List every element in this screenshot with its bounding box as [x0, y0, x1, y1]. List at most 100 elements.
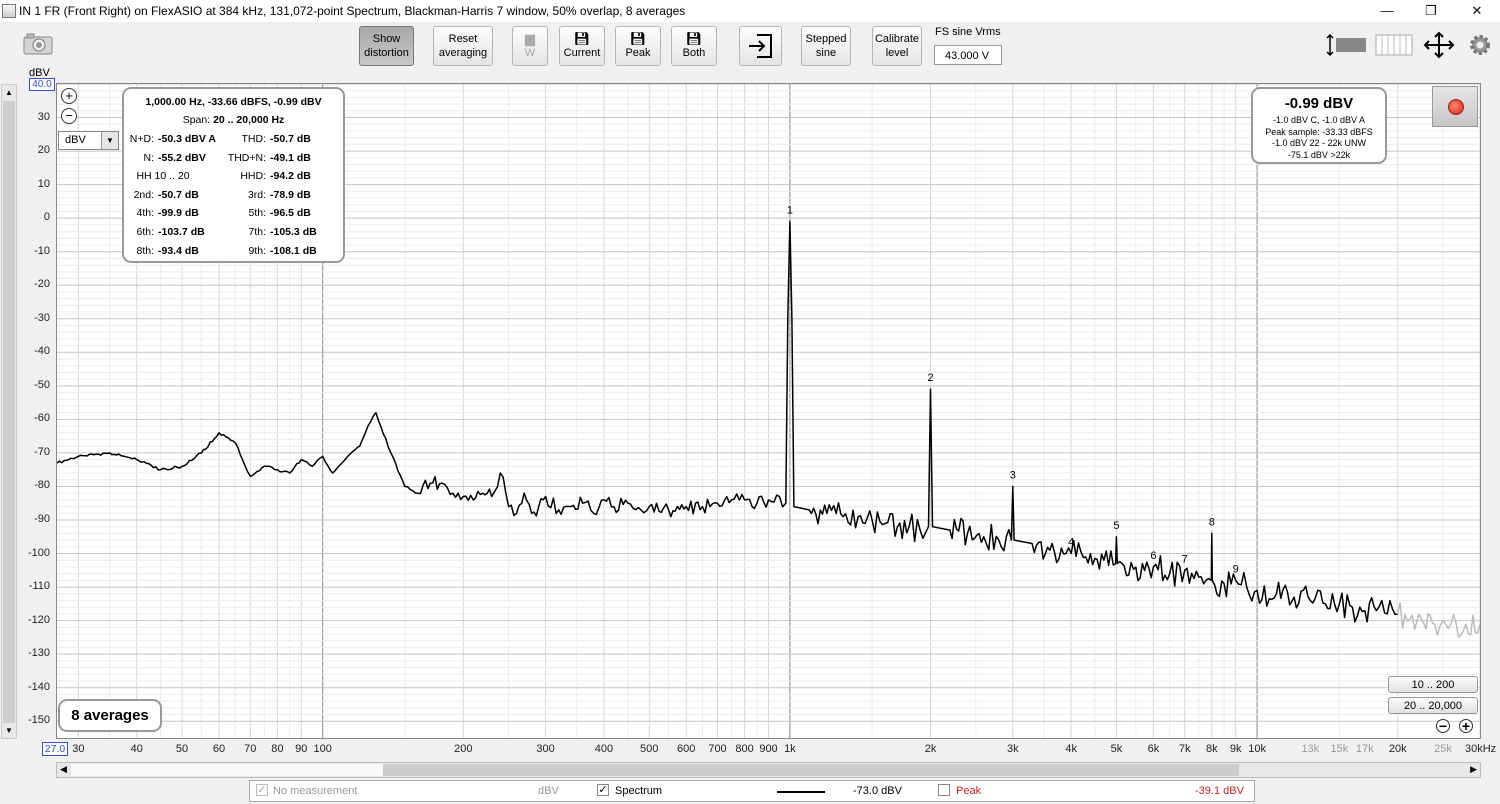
- distortion-value: -105.3 dB: [270, 226, 317, 238]
- distortion-panel: 1,000.00 Hz, -33.66 dBFS, -0.99 dBV Span…: [122, 87, 345, 263]
- save-icon: 💾︎: [685, 31, 703, 46]
- zoom-in-icon[interactable]: +: [61, 88, 77, 104]
- move-icon[interactable]: [1422, 31, 1456, 59]
- x-zoom-out-icon[interactable]: −: [1436, 719, 1450, 733]
- grid-icon[interactable]: [1375, 33, 1413, 57]
- x-tick-label: 40: [130, 743, 143, 755]
- w-button[interactable]: ▆ W: [512, 26, 548, 66]
- x-tick-label: 17k: [1355, 743, 1374, 755]
- x-tick-label: 2k: [924, 743, 937, 755]
- spectrum-checkbox[interactable]: ✓: [597, 784, 609, 796]
- distortion-value: -108.1 dB: [270, 244, 317, 257]
- harmonic-label: 3: [1010, 469, 1016, 481]
- x-tick-label: 800: [735, 743, 754, 755]
- vertical-scrollbar[interactable]: ▲ ▼: [1, 84, 17, 739]
- distortion-value: -99.9 dB: [158, 207, 199, 220]
- chevron-down-icon: ▼: [101, 132, 118, 149]
- level-panel: -0.99 dBV -1.0 dBV C, -1.0 dBV A Peak sa…: [1251, 87, 1387, 164]
- reset-averaging-button[interactable]: Reset averaging: [433, 26, 493, 66]
- distortion-value: -50.7 dB: [158, 188, 199, 201]
- x-tick-label: 15k: [1330, 743, 1349, 755]
- distortion-label: N:: [143, 151, 155, 164]
- save-peak-button[interactable]: 💾︎ Peak: [615, 26, 661, 66]
- distortion-value: -50.7 dB: [270, 133, 311, 145]
- horizontal-scrollbar[interactable]: ◀ ▶: [56, 762, 1481, 778]
- zoom-10-200-button[interactable]: 10 .. 200: [1388, 676, 1478, 693]
- averages-badge: 8 averages: [58, 699, 162, 732]
- series-line: [57, 220, 1398, 623]
- x-tick-label: 7k: [1178, 743, 1191, 755]
- distortion-value: -55.2 dBV: [158, 151, 206, 164]
- scroll-track-left: [71, 764, 383, 776]
- x-zoom-in-icon[interactable]: +: [1459, 719, 1473, 733]
- minimize-button[interactable]: —: [1364, 0, 1410, 22]
- no-measurement-checkbox[interactable]: ✓: [256, 784, 268, 796]
- x-tick-label: 25k: [1434, 743, 1452, 755]
- legend-bar: ✓ No measurement dBV ✓ Spectrum -73.0 dB…: [249, 780, 1255, 802]
- horizontal-scroll-thumb[interactable]: [383, 764, 1239, 776]
- x-tick-label: 60: [212, 743, 226, 755]
- x-tick-label: 8k: [1205, 743, 1218, 755]
- distortion-label: THD+N:: [227, 151, 266, 164]
- save-current-button[interactable]: 💾︎ Current: [559, 26, 605, 66]
- span-row: Span: 20 .. 20,000 Hz: [182, 114, 285, 126]
- series-line: [1396, 602, 1480, 638]
- zoom-20-20000-button[interactable]: 20 .. 20,000: [1388, 697, 1478, 714]
- x-tick-label: 30kHz: [1465, 743, 1497, 755]
- no-measurement-unit: dBV: [538, 785, 559, 797]
- peak-checkbox[interactable]: [938, 784, 950, 796]
- harmonic-label: 8: [1209, 516, 1215, 528]
- y-max-input[interactable]: 40.0: [29, 78, 55, 91]
- fit-height-icon[interactable]: [1326, 33, 1368, 57]
- unit-select[interactable]: dBV ▼: [58, 131, 119, 150]
- distortion-value: -94.2 dB: [270, 170, 311, 183]
- level-details: -1.0 dBV C, -1.0 dBV A Peak sample: -33.…: [1265, 115, 1373, 160]
- harmonic-label: 5: [1113, 520, 1119, 532]
- export-button[interactable]: [739, 26, 782, 66]
- distortion-label: HHD:: [240, 170, 266, 183]
- distortion-value: -49.1 dB: [270, 151, 311, 164]
- camera-icon[interactable]: [22, 32, 54, 56]
- x-tick-label: 200: [454, 743, 473, 755]
- distortion-label: 7th:: [248, 226, 266, 238]
- window-title: IN 1 FR (Front Right) on FlexASIO at 384…: [19, 4, 686, 18]
- spectrum-label: Spectrum: [615, 785, 663, 797]
- calibrate-level-button[interactable]: Calibrate level: [872, 26, 922, 66]
- record-button[interactable]: [1432, 86, 1478, 127]
- title-bar: IN 1 FR (Front Right) on FlexASIO at 384…: [0, 0, 1500, 22]
- folder-icon: ▆: [525, 31, 535, 46]
- distortion-value: -96.5 dB: [270, 207, 311, 220]
- scroll-left-icon[interactable]: ◀: [60, 764, 67, 775]
- harmonic-label: 7: [1182, 553, 1188, 565]
- app-icon: [2, 4, 16, 18]
- x-tick-label: 600: [677, 743, 696, 755]
- x-tick-label: 3k: [1006, 743, 1019, 755]
- save-both-button[interactable]: 💾︎ Both: [671, 26, 717, 66]
- gear-icon[interactable]: [1468, 33, 1492, 57]
- x-tick-label: 1k: [784, 743, 796, 755]
- scroll-right-icon[interactable]: ▶: [1470, 764, 1477, 775]
- close-button[interactable]: ✕: [1454, 0, 1500, 22]
- distortion-label: 6th:: [136, 226, 154, 238]
- no-measurement-label: No measurement: [273, 785, 358, 797]
- harmonic-label: 1: [787, 205, 793, 217]
- x-tick-label: 9k: [1229, 743, 1242, 755]
- save-icon: 💾︎: [629, 31, 647, 46]
- x-min-input[interactable]: 27.0: [42, 742, 68, 756]
- level-main: -0.99 dBV: [1284, 95, 1354, 112]
- fs-sine-label: FS sine Vrms: [935, 26, 1001, 38]
- scroll-up-icon[interactable]: ▲: [5, 88, 13, 97]
- stepped-sine-button[interactable]: Stepped sine: [801, 26, 851, 66]
- x-tick-label: 70: [244, 743, 257, 755]
- restore-button[interactable]: ❐: [1408, 0, 1454, 22]
- x-tick-label: 700: [708, 743, 727, 755]
- fs-sine-input[interactable]: 43.000 V: [934, 45, 1002, 65]
- vertical-scroll-thumb[interactable]: [3, 101, 15, 723]
- show-distortion-button[interactable]: Show distortion: [359, 26, 414, 66]
- harmonic-label: 6: [1150, 550, 1156, 562]
- save-icon: 💾︎: [573, 31, 591, 46]
- zoom-out-icon[interactable]: −: [61, 108, 77, 124]
- x-tick-label: 6k: [1147, 743, 1160, 755]
- scroll-down-icon[interactable]: ▼: [5, 726, 13, 735]
- harmonic-label: 9: [1233, 563, 1239, 575]
